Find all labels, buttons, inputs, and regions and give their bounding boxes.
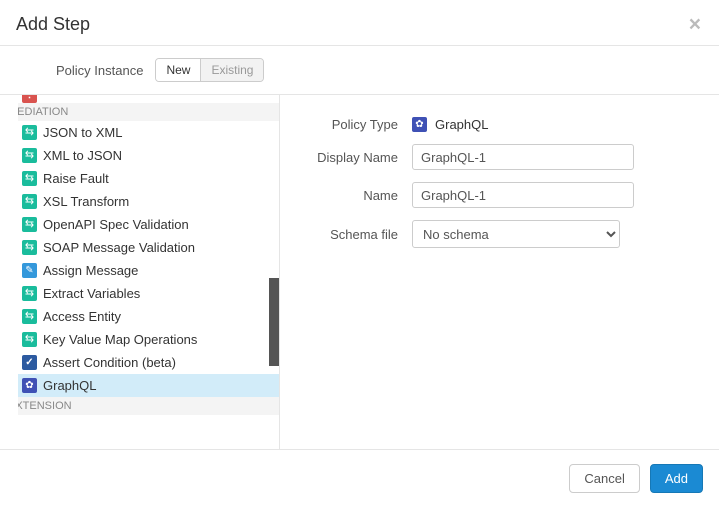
policy-list-sidebar: MEDIATION JSON to XML XML to JSON Raise … [0, 95, 280, 449]
extract-icon [22, 286, 37, 301]
policy-type-label: Policy Type [304, 117, 412, 132]
sidebar-item-key-value-map-operations[interactable]: Key Value Map Operations [18, 328, 279, 351]
row-display-name: Display Name [304, 144, 695, 170]
list-item-label: OpenAPI Spec Validation [43, 216, 189, 233]
add-button[interactable]: Add [650, 464, 703, 493]
entity-icon [22, 309, 37, 324]
tab-new[interactable]: New [156, 59, 201, 81]
list-item-label: XSL Transform [43, 193, 129, 210]
list-item-label: JSON to XML [43, 124, 122, 141]
validation-icon [22, 217, 37, 232]
schema-file-select[interactable]: No schema [412, 220, 620, 248]
transform-icon [22, 125, 37, 140]
list-item-label: Key Value Map Operations [43, 331, 197, 348]
policy-list-scroll[interactable]: MEDIATION JSON to XML XML to JSON Raise … [18, 95, 279, 449]
sidebar-item-extract-variables[interactable]: Extract Variables [18, 282, 279, 305]
new-existing-segment: New Existing [155, 58, 264, 82]
display-name-input[interactable] [412, 144, 634, 170]
kvm-icon [22, 332, 37, 347]
tab-existing[interactable]: Existing [201, 59, 263, 81]
policy-instance-tabs: Policy Instance New Existing [0, 46, 719, 94]
close-icon[interactable]: × [689, 14, 701, 35]
section-header-extension: EXTENSION [18, 397, 279, 415]
list-item-label: SOAP Message Validation [43, 239, 195, 256]
modal-header: Add Step × [0, 0, 719, 46]
modal-footer: Cancel Add [0, 450, 719, 507]
modal-title: Add Step [16, 14, 90, 35]
sidebar-item-raise-fault[interactable]: Raise Fault [18, 167, 279, 190]
transform-icon [22, 148, 37, 163]
list-item-label: Extract Variables [43, 285, 140, 302]
sidebar-item-assert-condition[interactable]: Assert Condition (beta) [18, 351, 279, 374]
validation-icon [22, 240, 37, 255]
policy-type-value: GraphQL [412, 117, 488, 132]
name-input[interactable] [412, 182, 634, 208]
display-name-label: Display Name [304, 150, 412, 165]
list-item-label: Assign Message [43, 262, 138, 279]
list-item-label: Access Entity [43, 308, 121, 325]
graphql-icon [22, 378, 37, 393]
sidebar-scrollbar[interactable] [269, 278, 279, 366]
policy-type-text: GraphQL [435, 117, 488, 132]
sidebar-item-xsl-transform[interactable]: XSL Transform [18, 190, 279, 213]
fault-icon [22, 171, 37, 186]
row-name: Name [304, 182, 695, 208]
assert-icon [22, 355, 37, 370]
list-item-label: Assert Condition (beta) [43, 354, 176, 371]
list-item-cutoff[interactable] [18, 95, 279, 103]
policy-icon [22, 95, 37, 103]
list-item-label: Raise Fault [43, 170, 109, 187]
schema-file-label: Schema file [304, 227, 412, 242]
sidebar-item-assign-message[interactable]: Assign Message [18, 259, 279, 282]
modal-body: MEDIATION JSON to XML XML to JSON Raise … [0, 94, 719, 450]
sidebar-item-access-entity[interactable]: Access Entity [18, 305, 279, 328]
name-label: Name [304, 188, 412, 203]
sidebar-item-soap-message-validation[interactable]: SOAP Message Validation [18, 236, 279, 259]
list-item-label: XML to JSON [43, 147, 122, 164]
sidebar-item-graphql[interactable]: GraphQL [18, 374, 279, 397]
sidebar-item-json-to-xml[interactable]: JSON to XML [18, 121, 279, 144]
add-step-modal: Add Step × Policy Instance New Existing … [0, 0, 719, 507]
assign-icon [22, 263, 37, 278]
row-policy-type: Policy Type GraphQL [304, 117, 695, 132]
policy-detail-panel: Policy Type GraphQL Display Name Name [280, 95, 719, 449]
list-item-label: GraphQL [43, 377, 96, 394]
mediation-list: JSON to XML XML to JSON Raise Fault XSL … [18, 121, 279, 397]
sidebar-item-openapi-spec-validation[interactable]: OpenAPI Spec Validation [18, 213, 279, 236]
sidebar-item-xml-to-json[interactable]: XML to JSON [18, 144, 279, 167]
row-schema-file: Schema file No schema [304, 220, 695, 248]
section-header-mediation: MEDIATION [18, 103, 279, 121]
transform-icon [22, 194, 37, 209]
cancel-button[interactable]: Cancel [569, 464, 639, 493]
graphql-icon [412, 117, 427, 132]
policy-instance-label: Policy Instance [56, 63, 143, 78]
